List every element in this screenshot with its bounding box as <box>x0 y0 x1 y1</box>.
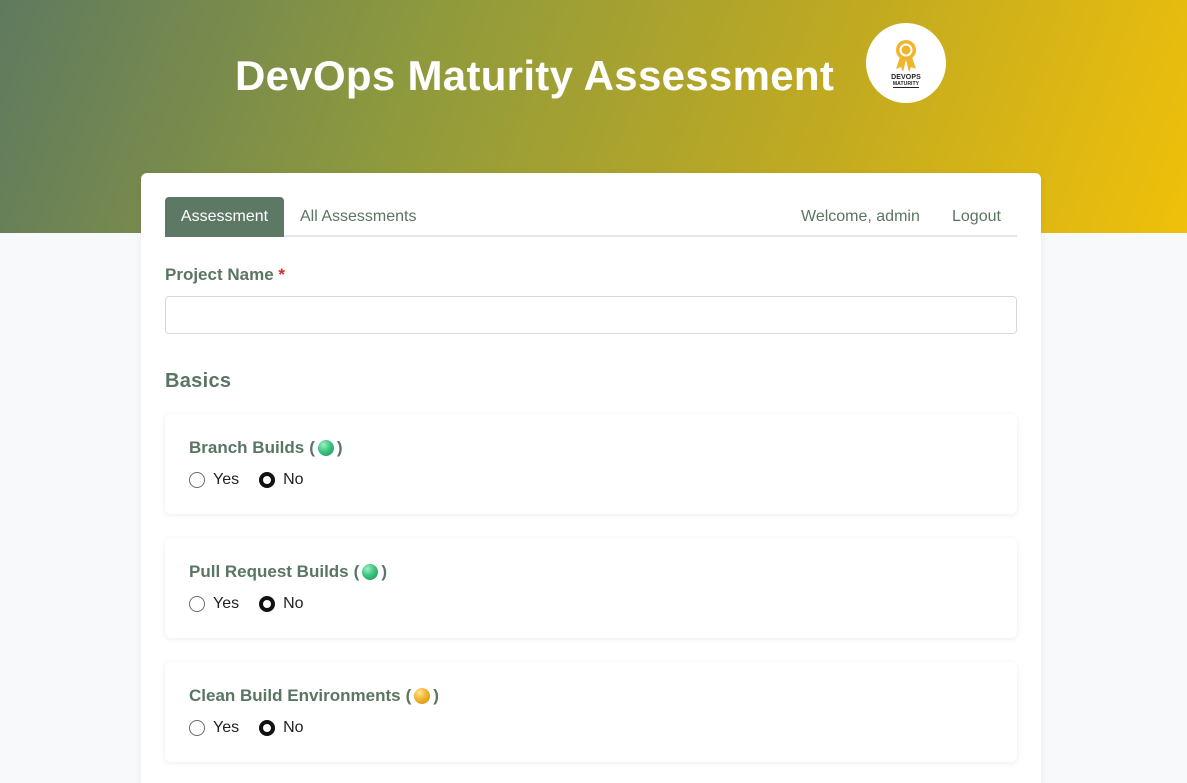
option-yes[interactable]: Yes <box>189 719 239 737</box>
maturity-level-green-icon <box>317 440 334 456</box>
question-label: Pull Request Builds <box>189 562 349 581</box>
answer-options: Yes No <box>189 471 324 489</box>
radio-no-selected[interactable] <box>259 472 276 488</box>
section-title-basics: Basics <box>165 370 232 392</box>
question-card-pull-request-builds: Pull Request Builds ( ) Yes No <box>165 538 1017 638</box>
logo-text-maturity: MATURITY <box>892 81 920 88</box>
option-no[interactable]: No <box>259 719 304 737</box>
option-no[interactable]: No <box>259 471 304 489</box>
option-yes-label: Yes <box>213 595 240 612</box>
paren-open: ( <box>405 686 412 705</box>
paren-close: ) <box>336 438 343 457</box>
option-yes[interactable]: Yes <box>189 595 239 613</box>
option-yes-label: Yes <box>213 471 240 488</box>
maturity-level-yellow-icon <box>414 688 431 704</box>
option-no[interactable]: No <box>259 595 304 613</box>
paren-close: ) <box>433 686 439 705</box>
page-title: DevOps Maturity Assessment <box>235 52 835 99</box>
question-card-branch-builds: Branch Builds ( ) Yes No <box>165 414 1017 514</box>
paren-close: ) <box>381 562 387 581</box>
radio-yes[interactable] <box>189 472 205 488</box>
option-yes[interactable]: Yes <box>189 471 239 489</box>
required-marker: * <box>278 265 286 284</box>
paren-open: ( <box>353 562 360 581</box>
tab-assessment[interactable]: Assessment <box>165 197 284 237</box>
paren-open: ( <box>309 438 315 457</box>
question-title: Pull Request Builds ( ) <box>189 562 387 582</box>
answer-options: Yes No <box>189 719 324 737</box>
option-no-label: No <box>283 595 304 612</box>
maturity-level-green-icon <box>362 564 379 580</box>
project-name-label-text: Project Name <box>165 265 274 284</box>
radio-no-selected[interactable] <box>259 596 276 612</box>
radio-yes[interactable] <box>189 720 205 736</box>
option-no-label: No <box>283 471 304 488</box>
radio-yes[interactable] <box>189 596 205 612</box>
option-yes-label: Yes <box>213 719 240 736</box>
tab-all-assessments[interactable]: All Assessments <box>300 197 416 237</box>
answer-options: Yes No <box>189 595 324 613</box>
devops-maturity-logo: DEVOPS MATURITY <box>866 23 946 103</box>
question-label: Branch Builds <box>189 438 305 457</box>
project-name-input[interactable] <box>165 296 1017 334</box>
question-card-clean-build-environments: Clean Build Environments ( ) Yes No <box>165 662 1017 762</box>
question-title: Clean Build Environments ( ) <box>189 686 439 706</box>
logout-link[interactable]: Logout <box>952 197 1001 237</box>
logo-text-devops: DEVOPS <box>891 74 921 81</box>
radio-no-selected[interactable] <box>259 720 276 736</box>
welcome-text: Welcome, admin <box>801 208 920 225</box>
question-label: Clean Build Environments <box>189 686 401 705</box>
nav-tabs: Assessment All Assessments Welcome, admi… <box>165 197 1017 237</box>
project-name-label: Project Name * <box>165 265 285 285</box>
option-no-label: No <box>283 719 304 736</box>
award-ribbon-icon <box>896 40 916 72</box>
question-title: Branch Builds ( ) <box>189 438 343 458</box>
assessment-card: Assessment All Assessments Welcome, admi… <box>141 173 1041 783</box>
